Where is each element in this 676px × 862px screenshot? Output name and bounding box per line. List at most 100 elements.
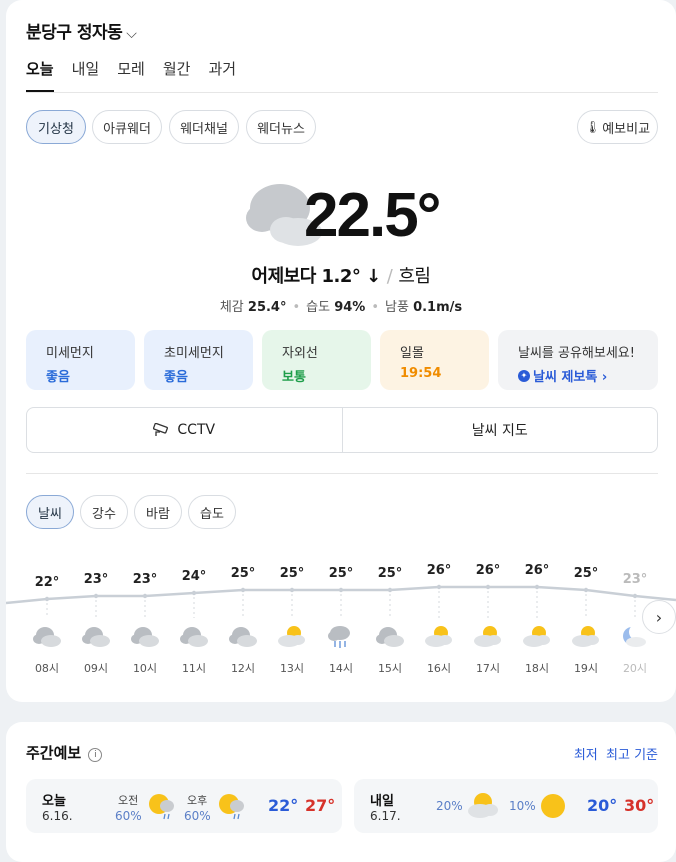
tab-today[interactable]: 오늘 — [26, 58, 54, 79]
hourly-temp: 24° — [181, 569, 207, 584]
hourly-hour: 12시 — [230, 662, 256, 675]
hourly-temp: 23° — [622, 572, 648, 587]
sort-by-low-high[interactable]: 최저 최고 기준 — [574, 744, 658, 763]
temperature-point — [142, 593, 148, 599]
hourly-hour: 13시 — [279, 662, 305, 675]
temperature-point — [436, 584, 442, 590]
media-buttons: CCTV 날씨 지도 — [26, 407, 658, 453]
feels-value: 25.4° — [247, 300, 287, 315]
day-date: 6.17. — [370, 809, 401, 823]
location-selector[interactable]: 분당구 정자동 ⌵ — [26, 18, 137, 43]
hourly-hour: 14시 — [328, 662, 354, 675]
cctv-button[interactable]: CCTV — [27, 408, 342, 452]
temperature-point — [632, 593, 638, 599]
tab-past[interactable]: 과거 — [208, 58, 236, 79]
graph-tab-weather[interactable]: 날씨 — [26, 495, 74, 529]
source-kma[interactable]: 기상청 — [26, 110, 86, 144]
cctv-icon — [153, 423, 169, 436]
temperature-point — [583, 587, 589, 593]
hourly-temp: 25° — [573, 566, 599, 581]
wind-value: 0.1m/s — [413, 300, 463, 315]
temperature-point — [191, 590, 197, 596]
cloud-icon — [376, 627, 404, 647]
wind-label: 남풍 — [385, 300, 409, 315]
fine-dust-value: 좋음 — [46, 370, 70, 385]
fine-dust-card[interactable]: 미세먼지 좋음 — [26, 330, 135, 390]
temperature-point — [338, 587, 344, 593]
source-accuweather[interactable]: 아큐웨더 — [92, 110, 162, 144]
thermometer-icon: 🌡 — [584, 120, 601, 134]
partly-cloudy-icon — [468, 793, 498, 818]
sun-rain-icon — [219, 794, 244, 820]
high-temp: 30° — [624, 796, 655, 815]
rain-icon — [328, 626, 350, 648]
sunset-card[interactable]: 일몰 19:54 — [380, 330, 489, 390]
info-icon[interactable]: i — [88, 748, 103, 762]
hourly-hour: 16시 — [426, 662, 452, 675]
weather-map-button[interactable]: 날씨 지도 — [341, 408, 658, 452]
tab-divider — [26, 92, 658, 93]
cctv-label: CCTV — [177, 422, 216, 438]
weekly-day-today[interactable]: 오늘 6.16. 오전 60% 오후 60% 22° 27° — [26, 779, 342, 833]
weekly-day-tomorrow[interactable]: 내일 6.17. 20% 10% 20° 30° — [354, 779, 658, 833]
cloud-icon — [82, 627, 110, 647]
am-precip: 60% — [115, 809, 142, 823]
hourly-temp: 26° — [475, 563, 501, 578]
hourly-hour: 15시 — [377, 662, 403, 675]
tab-day-after[interactable]: 모레 — [117, 58, 145, 79]
tab-monthly[interactable]: 월간 — [163, 58, 191, 79]
weather-report-link[interactable]: ✦ 날씨 제보톡 › — [518, 366, 658, 385]
temperature-point — [240, 587, 246, 593]
humidity-label: 습도 — [306, 300, 331, 315]
weekly-title-text: 주간예보 — [26, 744, 82, 762]
graph-tab-humidity[interactable]: 습도 — [188, 495, 236, 529]
tab-tomorrow[interactable]: 내일 — [72, 58, 100, 79]
day-label: 내일 — [370, 794, 394, 809]
hourly-temp: 25° — [328, 566, 354, 581]
hourly-temp: 22° — [34, 575, 60, 590]
weather-report-card[interactable]: 날씨를 공유해보세요! ✦ 날씨 제보톡 › — [498, 330, 658, 390]
cloud-icon — [131, 627, 159, 647]
uv-value: 보통 — [282, 370, 306, 385]
hourly-hour: 19시 — [573, 662, 599, 675]
hourly-hour: 08시 — [34, 662, 60, 675]
chevron-down-icon: ⌵ — [126, 26, 137, 42]
current-summary: 어제보다 1.2° ↓ / 흐림 — [6, 262, 676, 288]
next-hours-button[interactable]: › — [642, 600, 676, 634]
uv-label: 자외선 — [282, 346, 318, 361]
ultrafine-dust-card[interactable]: 초미세먼지 좋음 — [144, 330, 253, 390]
feels-label: 체감 — [219, 300, 244, 315]
am-label: 오전 — [118, 794, 139, 807]
source-weathernews[interactable]: 웨더뉴스 — [246, 110, 316, 144]
ultrafine-dust-label: 초미세먼지 — [164, 346, 224, 361]
day-date: 6.16. — [42, 809, 73, 823]
partly-cloudy-icon — [523, 626, 550, 647]
current-temperature: 22.5° — [304, 181, 441, 250]
high-temp: 27° — [305, 796, 336, 815]
hourly-temp: 25° — [230, 566, 256, 581]
cloud-icon — [180, 627, 208, 647]
hourly-temp: 25° — [377, 566, 403, 581]
condition: 흐림 — [398, 266, 431, 287]
source-weatherchannel[interactable]: 웨더채널 — [169, 110, 239, 144]
section-divider — [26, 473, 658, 474]
weekly-title: 주간예보 i — [26, 742, 103, 763]
graph-tab-precip[interactable]: 강수 — [80, 495, 128, 529]
temperature-point — [485, 584, 491, 590]
tab-active-indicator — [26, 90, 54, 92]
partly-cloudy-icon — [425, 626, 452, 647]
compare-forecast-button[interactable]: 🌡 예보비교 — [577, 110, 658, 144]
graph-tab-wind[interactable]: 바람 — [134, 495, 182, 529]
cloud-icon — [229, 627, 257, 647]
weather-report-label: 날씨를 공유해보세요! — [518, 346, 635, 361]
temperature-point — [44, 596, 50, 602]
hourly-hour: 17시 — [475, 662, 501, 675]
report-talk-icon: ✦ — [518, 369, 530, 382]
pm-precip: 10% — [509, 799, 536, 813]
compare-label: 예보비교 — [602, 121, 651, 137]
weekly-forecast-card: 주간예보 i 최저 최고 기준 오늘 6.16. 오전 60% 오후 60% 2… — [6, 722, 676, 862]
sunset-value: 19:54 — [400, 366, 442, 381]
temperature-point — [387, 587, 393, 593]
partly-cloudy-icon — [278, 626, 305, 647]
uv-card[interactable]: 자외선 보통 — [262, 330, 371, 390]
